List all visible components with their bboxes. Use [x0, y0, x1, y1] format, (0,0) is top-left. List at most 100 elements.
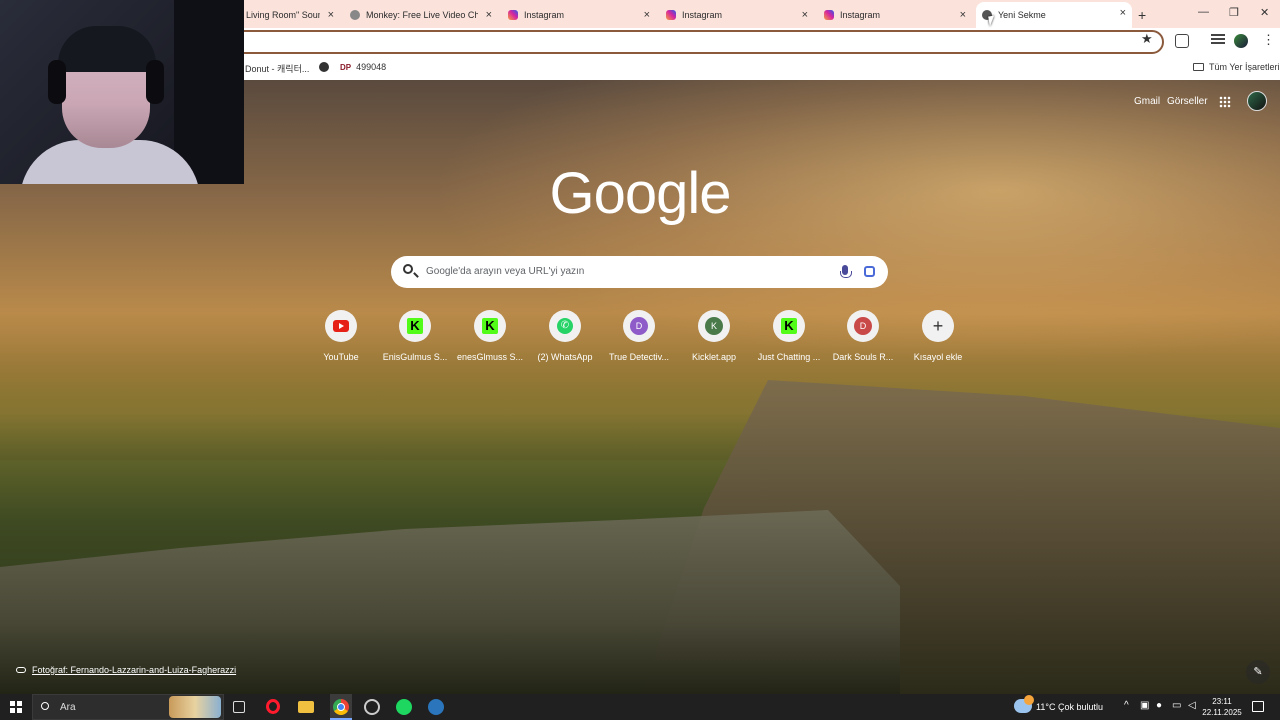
weather-icon[interactable]	[1014, 695, 1034, 713]
all-bookmarks-label: Tüm Yer İşaretleri	[1209, 62, 1280, 72]
taskbar: Ara 11°C Çok bulutlu ^ ▣ ● ▭ ◁ 23:11 22.…	[0, 694, 1280, 720]
close-icon[interactable]: ×	[1120, 7, 1126, 19]
monkey-icon	[350, 10, 360, 20]
streamer-beanie	[58, 26, 156, 72]
apps-grid-icon[interactable]	[1219, 96, 1231, 108]
gmail-link[interactable]: Gmail	[1134, 96, 1160, 107]
search-icon	[403, 264, 413, 274]
chrome-taskbar-icon[interactable]	[330, 694, 352, 720]
shortcut-label: Kicklet.app	[691, 352, 737, 362]
search-highlight-image	[169, 696, 221, 718]
close-icon[interactable]: ×	[960, 9, 966, 21]
weather-text[interactable]: 11°C Çok bulutlu	[1036, 702, 1103, 712]
bookmark-item[interactable]	[319, 62, 333, 72]
tab-5[interactable]: Yeni Sekme ×	[976, 2, 1132, 28]
spotify-icon[interactable]	[396, 699, 412, 715]
tab-2[interactable]: Instagram ×	[502, 4, 656, 26]
bookmark-item[interactable]: DP 499048	[340, 62, 386, 72]
google-lens-icon[interactable]	[864, 266, 875, 277]
shortcut-tile: ✆	[549, 310, 581, 342]
volume-icon[interactable]: ◁	[1188, 700, 1196, 711]
shortcut-whatsapp[interactable]: ✆ (2) WhatsApp	[529, 310, 601, 362]
search-icon	[41, 702, 49, 710]
tab-title: Instagram	[840, 10, 881, 20]
shortcut-enesglmuss[interactable]: K enesGlmuss S...	[454, 310, 526, 362]
webcam-background	[174, 0, 244, 184]
media-controls-icon[interactable]	[1211, 34, 1225, 48]
kick-icon: K	[407, 318, 423, 334]
headset-left	[48, 60, 66, 104]
network-icon[interactable]: ▭	[1172, 700, 1181, 711]
webcam-overlay	[0, 0, 244, 184]
photo-credit-link[interactable]: Fotoğraf: Fernando-Lazzarin-and-Luiza-Fa…	[16, 665, 236, 675]
notification-icon[interactable]	[1252, 701, 1264, 712]
clock-date: 22.11.2025	[1202, 708, 1242, 717]
customize-button[interactable]: ✎	[1246, 660, 1270, 684]
address-bar[interactable]	[232, 30, 1164, 54]
search-box[interactable]: Google'da arayın veya URL'yi yazın	[391, 256, 888, 288]
folder-icon	[1193, 63, 1204, 71]
shortcut-true-detective[interactable]: D True Detectiv...	[603, 310, 675, 362]
extensions-icon[interactable]	[1175, 34, 1189, 48]
add-shortcut-button[interactable]: + Kısayol ekle	[902, 310, 974, 362]
taskbar-search[interactable]: Ara	[32, 694, 224, 720]
close-icon[interactable]: ×	[802, 9, 808, 21]
shortcut-youtube[interactable]: YouTube	[305, 310, 377, 362]
bookmark-star-icon[interactable]: ★	[1141, 31, 1153, 47]
close-icon[interactable]: ×	[328, 9, 334, 21]
photo-credit-text: Fotoğraf: Fernando-Lazzarin-and-Luiza-Fa…	[32, 665, 237, 675]
shortcut-tile: K	[399, 310, 431, 342]
all-bookmarks-button[interactable]: Tüm Yer İşaretleri	[1193, 62, 1280, 72]
letter-k-icon: K	[705, 317, 723, 335]
profile-avatar[interactable]	[1234, 34, 1248, 48]
youtube-icon	[333, 320, 349, 332]
shortcut-tile: +	[922, 310, 954, 342]
letter-d-icon: D	[630, 317, 648, 335]
shortcut-enisgulmus[interactable]: K EnisGulmus S...	[379, 310, 451, 362]
bookmark-item[interactable]: Donut - 캐릭터...	[245, 62, 309, 75]
tab-title: Living Room" Sound	[246, 10, 320, 20]
headset-right	[146, 60, 164, 104]
shortcut-label: (2) WhatsApp	[537, 352, 593, 362]
clock-time: 23:11	[1212, 697, 1232, 706]
shortcut-tile: K	[698, 310, 730, 342]
task-view-icon[interactable]	[233, 701, 245, 713]
microphone-icon[interactable]	[840, 265, 852, 278]
menu-icon[interactable]: ⋮	[1262, 33, 1275, 46]
kick-icon: K	[482, 318, 498, 334]
globe-icon	[319, 62, 329, 72]
shortcut-label: True Detectiv...	[608, 352, 670, 362]
bookmark-label: Donut - 캐릭터...	[245, 64, 310, 74]
shortcut-label: Dark Souls R...	[832, 352, 894, 362]
windows-start-icon[interactable]	[10, 701, 22, 713]
tab-4[interactable]: Instagram ×	[818, 4, 972, 26]
shortcut-label: Kısayol ekle	[913, 352, 963, 362]
tab-3[interactable]: Instagram ×	[660, 4, 814, 26]
clock[interactable]: 23:11 22.11.2025	[1200, 696, 1244, 718]
letter-d-icon: D	[854, 317, 872, 335]
shortcut-dark-souls[interactable]: D Dark Souls R...	[827, 310, 899, 362]
search-placeholder: Google'da arayın veya URL'yi yazın	[426, 266, 585, 277]
file-explorer-icon[interactable]	[298, 701, 314, 713]
close-icon[interactable]: ×	[644, 9, 650, 21]
close-window-button[interactable]: ✕	[1260, 6, 1269, 19]
shortcut-just-chatting[interactable]: K Just Chatting ...	[753, 310, 825, 362]
tab-0[interactable]: Living Room" Sound ×	[240, 4, 340, 26]
shortcut-tile: K	[773, 310, 805, 342]
images-link[interactable]: Görseller	[1167, 96, 1208, 107]
camera-icon[interactable]: ▣	[1140, 700, 1149, 711]
minimize-button[interactable]: —	[1198, 6, 1209, 18]
microphone-tray-icon[interactable]: ●	[1156, 700, 1162, 711]
restore-button[interactable]: ❐	[1229, 6, 1239, 19]
shortcut-label: YouTube	[323, 352, 359, 362]
steam-icon[interactable]	[428, 699, 444, 715]
account-avatar[interactable]	[1247, 91, 1267, 111]
whatsapp-icon: ✆	[557, 318, 573, 334]
shortcut-kicklet[interactable]: K Kicklet.app	[678, 310, 750, 362]
close-icon[interactable]: ×	[486, 9, 492, 21]
new-tab-button[interactable]: +	[1138, 7, 1146, 23]
opera-icon[interactable]	[266, 699, 280, 714]
tab-1[interactable]: Monkey: Free Live Video Chat · ×	[344, 4, 498, 26]
github-desktop-icon[interactable]	[364, 699, 380, 715]
chevron-up-icon[interactable]: ^	[1124, 700, 1129, 711]
